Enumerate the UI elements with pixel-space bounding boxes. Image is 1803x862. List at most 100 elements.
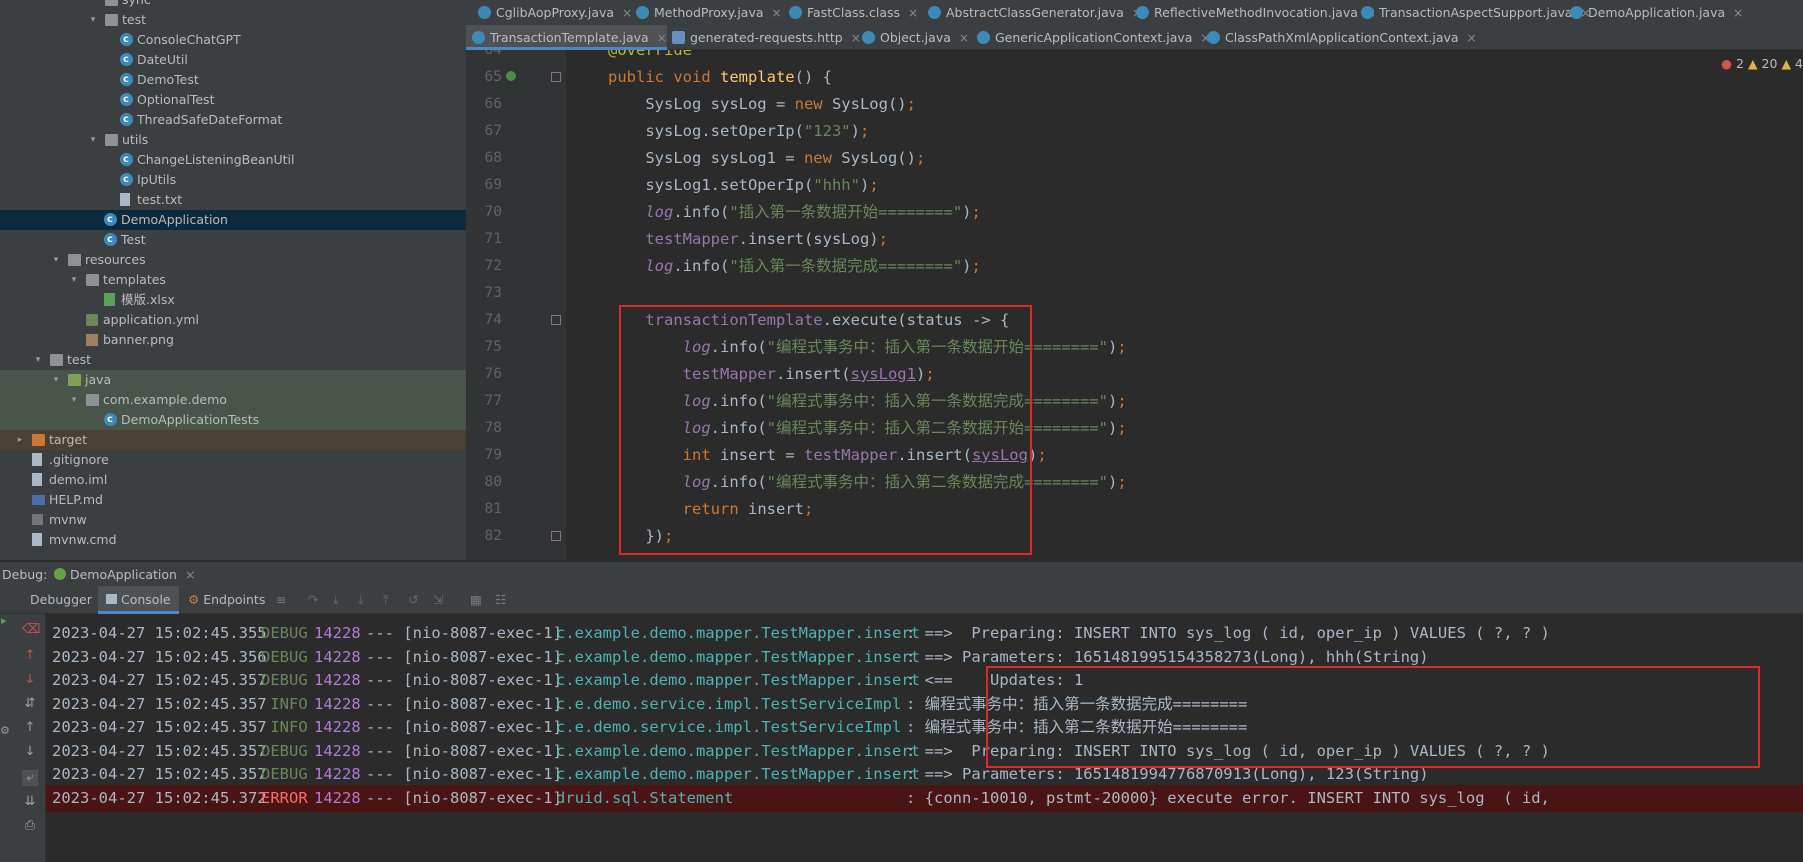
class-icon [789, 6, 802, 19]
tree-item[interactable]: DemoApplicationTests [0, 410, 466, 430]
debug-side-strip: ▸ ⚙ [0, 614, 14, 862]
sort-icon[interactable]: ⇵ [22, 696, 38, 712]
tree-item[interactable]: ▾ java [0, 370, 466, 390]
tab-endpoints-label: Endpoints [203, 592, 266, 607]
tree-item[interactable]: HELP.md [0, 490, 466, 510]
tree-item[interactable]: DemoApplication [0, 210, 466, 230]
tree-item[interactable]: ConsoleChatGPT [0, 30, 466, 50]
tree-item[interactable]: ThreadSafeDateFormat [0, 110, 466, 130]
tree-item[interactable]: ▾ test [0, 10, 466, 30]
tree-item-label: test [122, 12, 147, 27]
step-over-icon[interactable]: ↷ [308, 586, 318, 614]
chevron-icon[interactable]: ▾ [68, 270, 80, 290]
fold-icon[interactable] [551, 315, 561, 325]
down-arrow-icon[interactable]: ↓ [22, 672, 38, 688]
run-config-tab[interactable]: DemoApplication × [54, 562, 195, 587]
editor-tab[interactable]: ReflectiveMethodInvocation.java× [1130, 0, 1376, 25]
close-icon[interactable]: × [185, 567, 195, 582]
tree-item-label: banner.png [103, 332, 174, 347]
console-output[interactable]: 2023-04-27 15:02:45.355 DEBUG 14228 --- [ni… [46, 614, 1803, 862]
run-config-label: DemoApplication [69, 567, 177, 582]
close-icon[interactable]: × [772, 6, 782, 20]
override-icon[interactable] [506, 71, 516, 81]
trace-icon[interactable]: ☷ [495, 586, 506, 614]
tree-item-label: ThreadSafeDateFormat [137, 112, 283, 127]
scroll-end-icon[interactable]: ⇊ [22, 794, 38, 810]
chevron-icon[interactable]: ▾ [50, 370, 62, 390]
tree-item[interactable]: mvnw.cmd [0, 530, 466, 550]
editor-tab[interactable]: TransactionAspectSupport.java × [1355, 0, 1591, 25]
tree-item-label: demo.iml [49, 472, 108, 487]
tree-item[interactable]: ▾ com.example.demo [0, 390, 466, 410]
tree-item[interactable]: IpUtils [0, 170, 466, 190]
step-out-icon[interactable]: ⤒ [383, 586, 389, 614]
tree-item[interactable]: 模版.xlsx [0, 290, 466, 310]
chevron-icon[interactable]: ▾ [87, 10, 99, 30]
up-arrow-icon[interactable]: ↑ [22, 648, 38, 664]
tab-endpoints[interactable]: ⚙ Endpoints [188, 586, 265, 614]
menu-icon[interactable]: ≡ [276, 586, 286, 614]
chevron-icon[interactable]: ▾ [32, 350, 44, 370]
drop-frame-icon[interactable]: ↺ [408, 586, 418, 614]
run-to-cursor-icon[interactable]: ⇲ [433, 586, 443, 614]
chevron-icon[interactable]: ▾ [87, 130, 99, 150]
editor-tab[interactable]: generated-requests.http × [666, 25, 861, 50]
editor-tab[interactable]: FastClass.class × [783, 0, 918, 25]
editor-tab[interactable]: CglibAopProxy.java × [472, 0, 632, 25]
editor-tab[interactable]: Object.java × [856, 25, 969, 50]
editor-tab[interactable]: AbstractClassGenerator.java× [922, 0, 1142, 25]
scroll-down-icon[interactable]: ↓ [22, 744, 38, 760]
tree-item[interactable]: ▸ target [0, 430, 466, 450]
tree-item[interactable]: application.yml [0, 310, 466, 330]
tree-item[interactable]: sync [0, 0, 466, 10]
force-step-into-icon[interactable]: ⤓ [358, 586, 364, 614]
line-number: 70 [484, 204, 502, 220]
tab-debugger[interactable]: Debugger [30, 586, 92, 614]
tree-item[interactable]: test.txt [0, 190, 466, 210]
tree-item[interactable]: ▾ templates [0, 270, 466, 290]
class-icon [104, 230, 117, 250]
editor-tab-label: GenericApplicationContext.java [995, 30, 1193, 45]
evaluate-icon[interactable]: ▦ [470, 586, 482, 614]
tree-item[interactable]: mvnw [0, 510, 466, 530]
fold-icon[interactable] [551, 72, 561, 82]
class-icon [104, 210, 117, 230]
editor-tab[interactable]: DemoApplication.java × [1564, 0, 1743, 25]
rerun-icon[interactable]: ▸ [1, 614, 7, 627]
settings-icon[interactable]: ⚙ [0, 724, 10, 737]
chevron-icon[interactable]: ▾ [68, 390, 80, 410]
close-icon[interactable]: × [959, 31, 969, 45]
editor-tab[interactable]: MethodProxy.java × [630, 0, 782, 25]
chevron-icon[interactable]: ▸ [14, 430, 26, 450]
editor-tab[interactable]: GenericApplicationContext.java × [971, 25, 1211, 50]
tree-item[interactable]: ▾ utils [0, 130, 466, 150]
chevron-icon[interactable]: ▾ [50, 250, 62, 270]
tree-item[interactable]: Test [0, 230, 466, 250]
tree-item[interactable]: ▾ test [0, 350, 466, 370]
tab-console[interactable]: Console [98, 586, 179, 614]
tree-item[interactable]: OptionalTest [0, 90, 466, 110]
tree-item[interactable]: demo.iml [0, 470, 466, 490]
line-number: 82 [484, 528, 502, 544]
folder-orange-icon [32, 434, 45, 446]
print-icon[interactable]: ⎙ [22, 818, 38, 834]
tree-item[interactable]: DemoTest [0, 70, 466, 90]
close-icon[interactable]: × [908, 6, 918, 20]
step-into-icon[interactable]: ⤓ [333, 586, 339, 614]
tree-item[interactable]: .gitignore [0, 450, 466, 470]
editor-tab[interactable]: TransactionTemplate.java × [466, 25, 667, 50]
tree-item[interactable]: DateUtil [0, 50, 466, 70]
code-editor[interactable]: ● 2 ▲ 20 ▲ 4 64 @Override 65 public void te… [466, 50, 1803, 560]
close-icon[interactable]: × [1467, 31, 1477, 45]
tree-item[interactable]: ▾ resources [0, 250, 466, 270]
tree-item[interactable]: banner.png [0, 330, 466, 350]
editor-tabs: CglibAopProxy.java × MethodProxy.java × Fast… [466, 0, 1803, 50]
editor-tab[interactable]: ClassPathXmlApplicationContext.java × [1201, 25, 1477, 50]
tree-item[interactable]: ChangeListeningBeanUtil [0, 150, 466, 170]
fold-icon[interactable] [551, 531, 561, 541]
class-icon [120, 90, 133, 110]
close-icon[interactable]: × [1733, 6, 1743, 20]
scroll-up-icon[interactable]: ↑ [22, 720, 38, 736]
clear-icon[interactable]: ⌫ [22, 622, 40, 638]
soft-wrap-icon[interactable]: ⤶ [22, 770, 38, 786]
